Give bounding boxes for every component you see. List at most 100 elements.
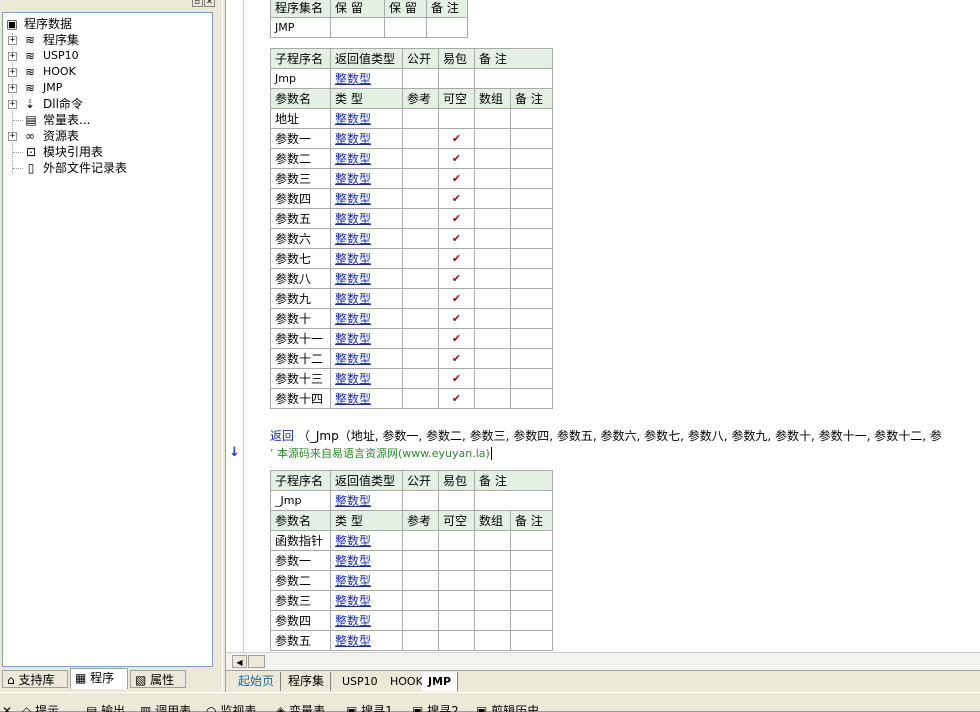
nullable-checkmark-icon[interactable]: ✔ — [438, 328, 475, 349]
tree-root[interactable]: ▣ 程序数据 — [5, 16, 205, 32]
note-cell[interactable] — [509, 248, 554, 269]
reference-cell[interactable] — [402, 148, 439, 169]
tab-support-library[interactable]: ⌂ 支持库 — [2, 670, 68, 688]
tree-item-module-refs[interactable]: ⊡ 模块引用表 — [5, 144, 205, 160]
array-cell[interactable] — [474, 108, 511, 129]
array-cell[interactable] — [474, 128, 511, 149]
tab-assembly[interactable]: 程序集 — [282, 672, 332, 691]
param-type-cell[interactable]: 整数型 — [330, 128, 403, 149]
param-type-cell[interactable]: 整数型 — [330, 188, 403, 209]
nullable-checkmark-icon[interactable]: ✔ — [438, 188, 475, 209]
nullable-checkmark-icon[interactable]: ✔ — [438, 228, 475, 249]
param-type-cell[interactable]: 整数型 — [330, 368, 403, 389]
tree-item-hook[interactable]: + ≋ HOOK — [5, 64, 205, 80]
table-cell[interactable] — [426, 17, 468, 38]
expand-icon[interactable]: + — [8, 100, 17, 109]
table-cell[interactable] — [402, 490, 439, 511]
param-name-cell[interactable]: 参数四 — [270, 188, 331, 209]
note-cell[interactable] — [509, 530, 554, 551]
nullable-checkmark-icon[interactable]: ✔ — [438, 288, 475, 309]
reference-cell[interactable] — [402, 268, 439, 289]
array-cell[interactable] — [474, 308, 511, 329]
array-cell[interactable] — [474, 248, 511, 269]
array-cell[interactable] — [474, 610, 511, 631]
param-name-cell[interactable]: 函数指针 — [270, 530, 331, 551]
table-cell[interactable] — [473, 68, 554, 89]
table-cell[interactable] — [330, 17, 385, 38]
nullable-checkmark-icon[interactable]: ✔ — [438, 168, 475, 189]
table-cell[interactable] — [384, 17, 427, 38]
param-type-cell[interactable]: 整数型 — [330, 288, 403, 309]
reference-cell[interactable] — [402, 208, 439, 229]
param-name-cell[interactable]: 参数十一 — [270, 328, 331, 349]
table-cell[interactable] — [438, 490, 475, 511]
nullable-checkmark-icon[interactable]: ✔ — [438, 268, 475, 289]
nullable-checkmark-icon[interactable]: ✔ — [438, 248, 475, 269]
param-row[interactable]: 函数指针 整数型 — [270, 530, 554, 551]
tree-item-jmp[interactable]: + ≋ JMP — [5, 80, 205, 96]
param-type-cell[interactable]: 整数型 — [330, 348, 403, 369]
param-type-cell[interactable]: 整数型 — [330, 208, 403, 229]
param-type-cell[interactable]: 整数型 — [330, 570, 403, 591]
param-row[interactable]: 参数十 整数型 ✔ — [270, 308, 554, 329]
param-name-cell[interactable]: 参数三 — [270, 168, 331, 189]
tree-item-dll-commands[interactable]: + ⇣ Dll命令 — [5, 96, 205, 112]
nullable-cell[interactable] — [438, 570, 475, 591]
array-cell[interactable] — [474, 208, 511, 229]
param-row[interactable]: 参数五 整数型 ✔ — [270, 208, 554, 229]
param-type-cell[interactable]: 整数型 — [330, 328, 403, 349]
param-type-cell[interactable]: 整数型 — [330, 308, 403, 329]
param-type-cell[interactable]: 整数型 — [330, 630, 403, 651]
note-cell[interactable] — [509, 348, 554, 369]
array-cell[interactable] — [474, 288, 511, 309]
nullable-checkmark-icon[interactable] — [438, 108, 475, 129]
note-cell[interactable] — [509, 208, 554, 229]
nullable-checkmark-icon[interactable]: ✔ — [438, 148, 475, 169]
reference-cell[interactable] — [402, 570, 439, 591]
nullable-cell[interactable] — [438, 610, 475, 631]
project-tree[interactable]: ▣ 程序数据 + ≋ 程序集 + ≋ USP10 + ≋ HOOK + ≋ JM… — [2, 12, 213, 667]
param-type-cell[interactable]: 整数型 — [330, 268, 403, 289]
note-cell[interactable] — [509, 590, 554, 611]
param-row[interactable]: 参数十二 整数型 ✔ — [270, 348, 554, 369]
array-cell[interactable] — [474, 328, 511, 349]
reference-cell[interactable] — [402, 248, 439, 269]
param-row[interactable]: 参数一 整数型 ✔ — [270, 128, 554, 149]
array-cell[interactable] — [474, 570, 511, 591]
expand-icon[interactable]: + — [8, 36, 17, 45]
param-type-cell[interactable]: 整数型 — [330, 388, 403, 409]
nullable-checkmark-icon[interactable]: ✔ — [438, 308, 475, 329]
scroll-left-icon[interactable]: ◀ — [232, 655, 247, 668]
note-cell[interactable] — [509, 610, 554, 631]
param-row[interactable]: 参数三 整数型 ✔ — [270, 168, 554, 189]
nullable-cell[interactable] — [438, 550, 475, 571]
param-name-cell[interactable]: 参数十二 — [270, 348, 331, 369]
param-name-cell[interactable]: 参数十三 — [270, 368, 331, 389]
array-cell[interactable] — [474, 530, 511, 551]
param-row[interactable]: 参数十一 整数型 ✔ — [270, 328, 554, 349]
pin-button[interactable]: ▫ — [192, 0, 203, 7]
nullable-cell[interactable] — [438, 630, 475, 651]
param-row[interactable]: 参数一 整数型 — [270, 550, 554, 571]
param-type-cell[interactable]: 整数型 — [330, 248, 403, 269]
nullable-cell[interactable] — [438, 590, 475, 611]
reference-cell[interactable] — [402, 550, 439, 571]
nullable-checkmark-icon[interactable]: ✔ — [438, 208, 475, 229]
tree-item-external-files[interactable]: ▯ 外部文件记录表 — [5, 160, 205, 176]
expand-icon[interactable]: + — [8, 132, 17, 141]
reference-cell[interactable] — [402, 368, 439, 389]
param-row[interactable]: 参数六 整数型 ✔ — [270, 228, 554, 249]
param-row[interactable]: 参数十四 整数型 ✔ — [270, 388, 554, 409]
param-type-cell[interactable]: 整数型 — [330, 228, 403, 249]
table-cell[interactable] — [473, 490, 554, 511]
param-name-cell[interactable]: 参数九 — [270, 288, 331, 309]
note-cell[interactable] — [509, 570, 554, 591]
param-name-cell[interactable]: 参数五 — [270, 208, 331, 229]
table-cell[interactable] — [438, 68, 475, 89]
array-cell[interactable] — [474, 268, 511, 289]
tree-item-assemblies[interactable]: + ≋ 程序集 — [5, 32, 205, 48]
note-cell[interactable] — [509, 108, 554, 129]
scrollbar-thumb[interactable] — [248, 655, 265, 668]
table-cell[interactable] — [402, 68, 439, 89]
nullable-checkmark-icon[interactable]: ✔ — [438, 368, 475, 389]
